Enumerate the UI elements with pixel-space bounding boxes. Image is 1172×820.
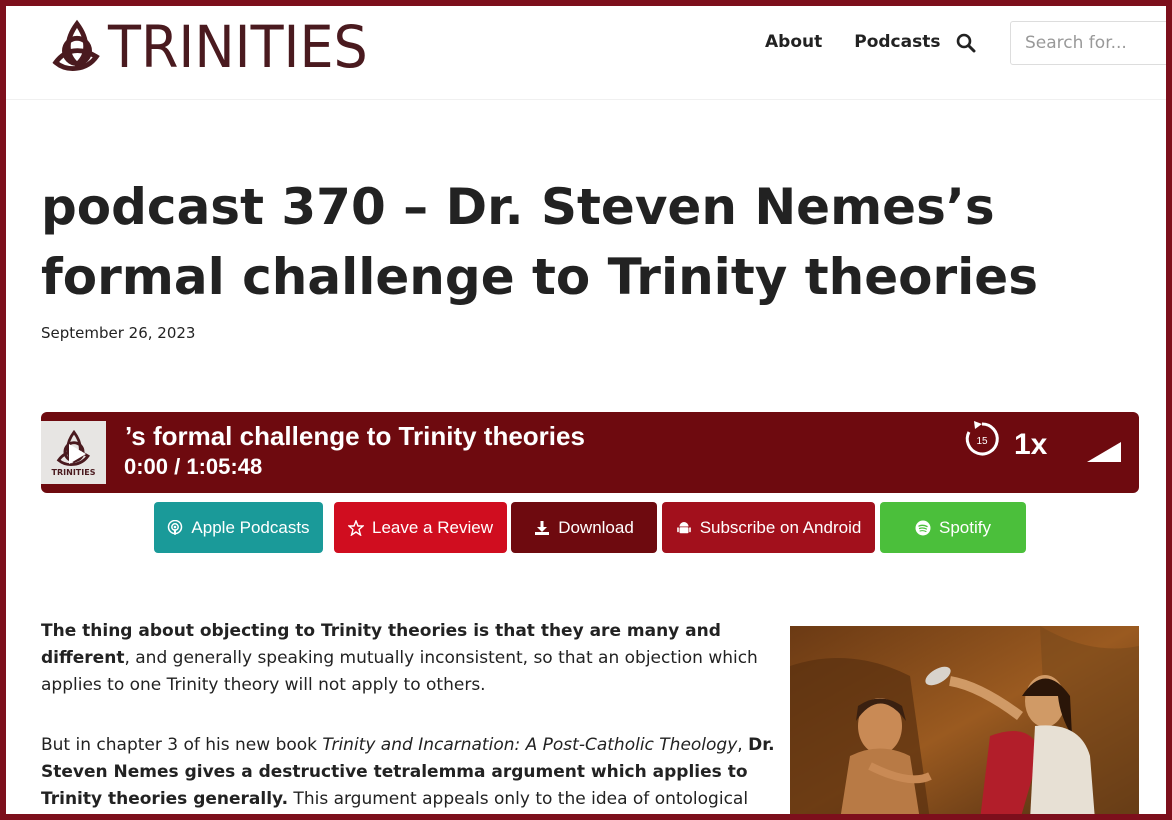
spotify-button[interactable]: Spotify [880, 502, 1026, 553]
main-nav: About Podcasts [765, 32, 940, 52]
skip-back-icon[interactable]: 15 [963, 420, 1001, 458]
podcast-player: TRINITIES ’s formal challenge to Trinity… [41, 412, 1139, 493]
artwork-label: TRINITIES [51, 468, 96, 477]
spotify-icon [915, 520, 931, 535]
play-icon[interactable] [63, 441, 89, 467]
site-header: TRINITIES About Podcasts Search for... [6, 6, 1170, 100]
paragraph-1: The thing about objecting to Trinity the… [41, 618, 775, 699]
apple-podcasts-label: Apple Podcasts [191, 517, 310, 537]
leave-review-label: Leave a Review [372, 517, 493, 537]
skip-seconds: 15 [976, 436, 988, 447]
paragraph-2-comma: , [737, 735, 749, 755]
star-icon [348, 519, 365, 536]
painting-image [790, 626, 1139, 820]
podcast-icon [168, 519, 183, 535]
post-date: September 26, 2023 [41, 324, 196, 342]
android-icon [676, 521, 691, 533]
paragraph-1-text: , and generally speaking mutually incons… [41, 648, 758, 695]
player-time: 0:00 / 1:05:48 [124, 454, 263, 479]
download-button[interactable]: Download [511, 502, 657, 553]
site-name: TRINITIES [108, 13, 368, 81]
nav-about[interactable]: About [765, 32, 822, 52]
paragraph-2-text: But in chapter 3 of his new book [41, 735, 323, 755]
search-input[interactable]: Search for... [1010, 21, 1170, 65]
paragraph-2: But in chapter 3 of his new book Trinity… [41, 732, 775, 813]
site-logo[interactable]: TRINITIES [48, 12, 387, 82]
post-content: The thing about objecting to Trinity the… [41, 618, 775, 820]
episode-artwork: TRINITIES [41, 421, 106, 484]
download-label: Download [558, 517, 634, 537]
subscribe-android-label: Subscribe on Android [699, 517, 862, 537]
apple-podcasts-button[interactable]: Apple Podcasts [154, 502, 323, 553]
spotify-label: Spotify [939, 517, 991, 537]
download-icon [535, 520, 550, 535]
trinity-knot-icon [52, 19, 100, 71]
baptism-painting [790, 626, 1139, 820]
search-icon[interactable] [956, 33, 976, 53]
subscribe-android-button[interactable]: Subscribe on Android [662, 502, 875, 553]
post-title: podcast 370 – Dr. Steven Nemes’s formal … [41, 178, 1038, 306]
nav-podcasts[interactable]: Podcasts [854, 32, 940, 52]
book-title: Trinity and Incarnation: A Post-Catholic… [322, 735, 738, 755]
paragraph-2-rest: This argument appeals only to the idea o… [288, 789, 749, 809]
leave-review-button[interactable]: Leave a Review [334, 502, 507, 553]
player-episode-title: ’s formal challenge to Trinity theories [125, 421, 585, 451]
volume-icon[interactable] [1087, 442, 1121, 462]
playback-speed[interactable]: 1x [1014, 428, 1047, 462]
